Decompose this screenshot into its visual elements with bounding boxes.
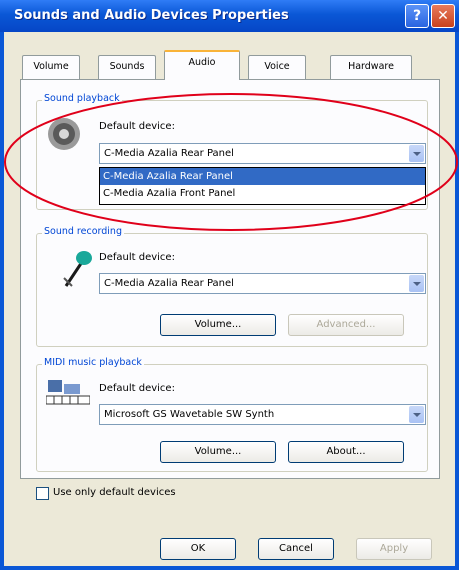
recording-advanced-button[interactable]: Advanced... (288, 314, 404, 336)
help-button[interactable]: ? (405, 4, 429, 28)
ok-button[interactable]: OK (160, 538, 236, 560)
cancel-button[interactable]: Cancel (258, 538, 334, 560)
dropdown-option-rear-panel[interactable]: C-Media Azalia Rear Panel (100, 168, 425, 185)
tab-audio[interactable]: Audio (164, 50, 240, 80)
tab-voice[interactable]: Voice (248, 55, 306, 79)
playback-device-value: C-Media Azalia Rear Panel (104, 148, 234, 159)
midi-device-select[interactable]: Microsoft GS Wavetable SW Synth (99, 404, 426, 425)
midi-about-button[interactable]: About... (288, 441, 404, 463)
midi-keyboard-icon (46, 380, 90, 405)
microphone-icon (63, 251, 92, 287)
use-only-default-label: Use only default devices (53, 487, 176, 498)
sound-recording-group-label: Sound recording (42, 226, 124, 237)
playback-device-select[interactable]: C-Media Azalia Rear Panel (99, 143, 426, 164)
use-only-default-checkbox[interactable] (36, 487, 49, 500)
dialog-window: { "window": { "title": "Sounds and Audio… (0, 0, 459, 570)
dropdown-option-front-panel[interactable]: C-Media Azalia Front Panel (100, 185, 425, 202)
tab-sounds[interactable]: Sounds (98, 55, 156, 79)
recording-device-select[interactable]: C-Media Azalia Rear Panel (99, 273, 426, 294)
title-bar: Sounds and Audio Devices Properties ? ✕ (0, 0, 459, 32)
sound-playback-group-label: Sound playback (42, 93, 122, 104)
tab-hardware[interactable]: Hardware (330, 55, 412, 79)
recording-device-value: C-Media Azalia Rear Panel (104, 278, 234, 289)
midi-device-value: Microsoft GS Wavetable SW Synth (104, 409, 275, 420)
recording-volume-button[interactable]: Volume... (160, 314, 276, 336)
recording-default-device-label: Default device: (99, 252, 175, 263)
playback-device-dropdown: C-Media Azalia Rear Panel C-Media Azalia… (99, 167, 426, 205)
window-title: Sounds and Audio Devices Properties (14, 8, 289, 23)
chevron-down-icon[interactable] (409, 406, 424, 423)
chevron-down-icon[interactable] (409, 145, 424, 162)
speaker-icon (48, 118, 80, 150)
midi-volume-button[interactable]: Volume... (160, 441, 276, 463)
tab-volume[interactable]: Volume (22, 55, 80, 79)
chevron-down-icon[interactable] (409, 275, 424, 292)
midi-default-device-label: Default device: (99, 383, 175, 394)
playback-default-device-label: Default device: (99, 121, 175, 132)
apply-button[interactable]: Apply (356, 538, 432, 560)
close-button[interactable]: ✕ (431, 4, 455, 28)
midi-playback-group-label: MIDI music playback (42, 357, 144, 368)
